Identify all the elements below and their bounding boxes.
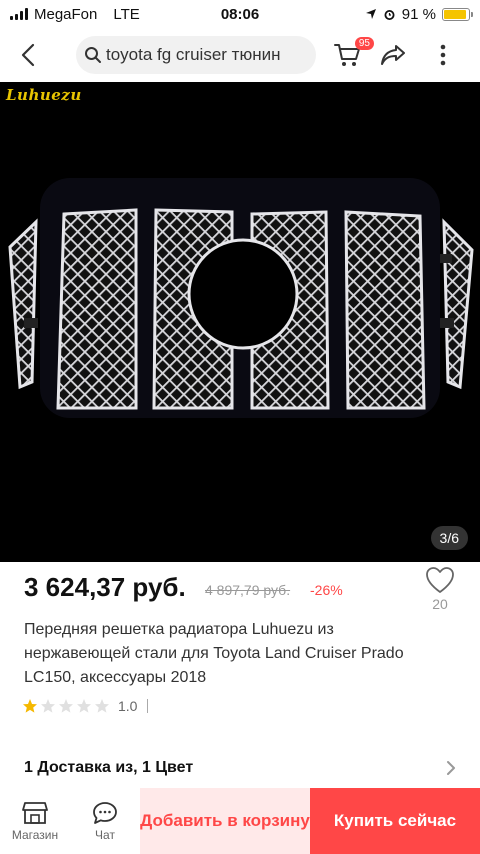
- battery-level: [444, 9, 466, 19]
- battery-icon: [442, 7, 473, 21]
- chat-icon: [93, 801, 117, 824]
- star-empty-icon: [41, 699, 55, 713]
- chevron-right-icon: [447, 761, 455, 775]
- search-query: toyota fg cruiser тюнин: [106, 45, 281, 64]
- store-tab[interactable]: Магазин: [0, 788, 70, 854]
- bottom-action-bar: Магазин Чат Добавить в корзину Купить се…: [0, 788, 480, 854]
- product-title: Передняя решетка радиатора Luhuezu из не…: [24, 621, 404, 686]
- heart-icon: [426, 567, 454, 593]
- wishlist-count: 20: [432, 596, 448, 612]
- location-icon: [365, 9, 376, 19]
- status-bar: MegaFon LTE 08:06 91 %: [0, 0, 480, 28]
- discount-badge: -26%: [310, 582, 343, 598]
- old-price: 4 897,79 руб.: [205, 582, 291, 598]
- network-type: LTE: [113, 5, 140, 23]
- more-vertical-icon: [440, 44, 446, 66]
- store-label: Магазин: [11, 827, 59, 842]
- delivery-text: 1 Доставка из, 1 Цвет: [24, 759, 194, 776]
- chat-label: Чат: [95, 827, 115, 842]
- chevron-left-icon: [21, 43, 35, 67]
- signal-icon: [10, 8, 28, 20]
- share-button[interactable]: [376, 35, 410, 75]
- more-button[interactable]: [426, 35, 460, 75]
- price-row: 3 624,37 руб. 4 897,79 руб. -26% 20: [0, 566, 480, 618]
- product-image: [0, 82, 480, 562]
- add-to-cart-button[interactable]: Добавить в корзину: [140, 788, 310, 854]
- current-price: 3 624,37 руб.: [24, 572, 186, 602]
- star-empty-icon: [77, 699, 91, 713]
- carrier-name: MegaFon: [34, 5, 98, 23]
- star-empty-icon: [95, 699, 109, 713]
- search-icon: [85, 47, 101, 63]
- battery-percent: 91 %: [401, 5, 436, 23]
- rating-separator: [147, 699, 149, 713]
- buy-now-button[interactable]: Купить сейчас: [310, 788, 480, 854]
- status-right: 91 %: [365, 5, 473, 23]
- star-filled-icon: [23, 699, 37, 713]
- wishlist-button[interactable]: 20: [420, 566, 460, 618]
- brand-logo: Luhuezu: [6, 86, 82, 104]
- status-left: MegaFon LTE: [10, 6, 365, 23]
- back-button[interactable]: [8, 35, 48, 75]
- store-icon: [22, 801, 48, 824]
- rating-row[interactable]: 1.0: [22, 698, 149, 714]
- share-icon: [381, 45, 405, 65]
- cart-count-badge: 95: [354, 37, 374, 50]
- cart-button[interactable]: 95: [330, 35, 374, 75]
- chat-tab[interactable]: Чат: [70, 788, 140, 854]
- rating-stars: [22, 698, 110, 714]
- delivery-options-row[interactable]: 1 Доставка из, 1 Цвет: [0, 748, 480, 788]
- search-input[interactable]: toyota fg cruiser тюнин: [76, 36, 316, 74]
- alarm-icon: [384, 9, 395, 20]
- star-empty-icon: [59, 699, 73, 713]
- product-image-gallery[interactable]: Luhuezu 3/6: [0, 82, 480, 562]
- rating-value: 1.0: [118, 698, 138, 714]
- image-counter: 3/6: [430, 526, 468, 550]
- search-header: toyota fg cruiser тюнин 95: [0, 28, 480, 82]
